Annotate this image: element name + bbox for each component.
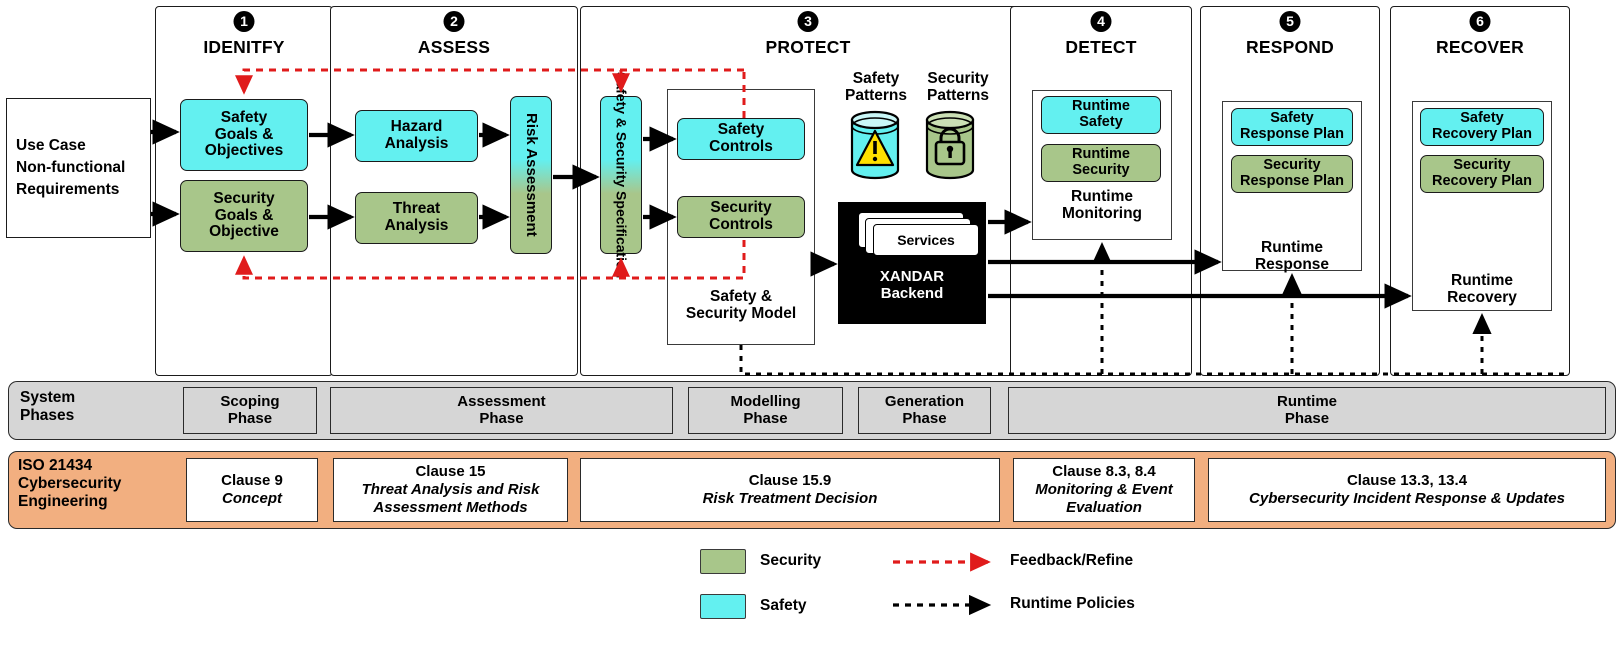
legend-label-safety: Safety	[760, 597, 807, 614]
column-number: 2	[443, 11, 465, 32]
services-stack: Services	[858, 212, 979, 256]
iso-band-label: ISO 21434 Cybersecurity Engineering	[18, 457, 122, 510]
specification-label: Safety & Security Specification	[613, 71, 630, 279]
security-patterns-caption: Security Patterns	[926, 70, 990, 105]
services-label: Services	[897, 232, 955, 248]
column-header-assess: 2 ASSESS	[330, 6, 578, 62]
risk-assessment-label: Risk Assessment	[523, 113, 541, 237]
column-title: IDENITFY	[203, 37, 285, 57]
column-number: 1	[233, 11, 255, 32]
xandar-backend-label: XANDAR Backend	[879, 268, 945, 302]
runtime-response-caption: Runtime Response	[1254, 239, 1330, 274]
diagram-canvas: 1 IDENITFY 2 ASSESS 3 PROTECT 4 DETECT 5…	[0, 0, 1624, 649]
security-response-plan-label: Security Response Plan	[1240, 157, 1344, 189]
security-response-plan-box: Security Response Plan	[1231, 155, 1353, 193]
column-number: 6	[1469, 11, 1491, 32]
security-goals-box: Security Goals & Objective	[180, 180, 308, 252]
iso-clause-15: Clause 15 Threat Analysis and Risk Asses…	[333, 458, 568, 522]
system-phases-label: System Phases	[20, 389, 76, 424]
security-goals-label: Security Goals & Objective	[209, 189, 279, 241]
safety-goals-box: Safety Goals & Objectives	[180, 99, 308, 171]
legend-label-feedback: Feedback/Refine	[1010, 552, 1134, 569]
column-header-respond: 5 RESPOND	[1200, 6, 1380, 62]
safety-response-plan-label: Safety Response Plan	[1240, 110, 1344, 142]
column-number: 4	[1090, 11, 1112, 32]
phase-modelling: Modelling Phase	[688, 387, 843, 434]
column-title: RECOVER	[1436, 37, 1524, 57]
safety-recovery-plan-box: Safety Recovery Plan	[1420, 108, 1544, 146]
hazard-analysis-label: Hazard Analysis	[384, 118, 449, 152]
threat-analysis-label: Threat Analysis	[384, 200, 449, 234]
runtime-safety-box: Runtime Safety	[1041, 96, 1161, 134]
safety-response-plan-box: Safety Response Plan	[1231, 108, 1353, 146]
legend-swatch-safety	[700, 594, 746, 619]
safety-security-model-caption: Safety & Security Model	[685, 288, 797, 323]
risk-assessment-box: Risk Assessment	[510, 96, 552, 254]
column-title: ASSESS	[417, 37, 491, 57]
security-recovery-plan-box: Security Recovery Plan	[1420, 155, 1544, 193]
iso-clause-13-3-13-4: Clause 13.3, 13.4 Cybersecurity Incident…	[1208, 458, 1606, 522]
use-case-text: Use Case Non-functional Requirements	[16, 137, 126, 198]
security-controls-box: Security Controls	[677, 196, 805, 238]
column-title: PROTECT	[765, 37, 851, 57]
iso-clause-15-9: Clause 15.9 Risk Treatment Decision	[580, 458, 1000, 522]
legend-label-security: Security	[760, 552, 822, 569]
column-title: DETECT	[1065, 37, 1137, 57]
column-number: 5	[1279, 11, 1301, 32]
phase-scoping: Scoping Phase	[183, 387, 317, 434]
column-header-recover: 6 RECOVER	[1390, 6, 1570, 62]
use-case-input-box: Use Case Non-functional Requirements	[6, 98, 151, 238]
phase-assessment: Assessment Phase	[330, 387, 673, 434]
phase-runtime: Runtime Phase	[1008, 387, 1606, 434]
runtime-security-label: Runtime Security	[1072, 146, 1130, 178]
legend-swatch-security	[700, 549, 746, 574]
column-number: 3	[797, 11, 819, 32]
iso-clause-8-3-8-4: Clause 8.3, 8.4 Monitoring & Event Evalu…	[1013, 458, 1195, 522]
iso-clause-9: Clause 9 Concept	[186, 458, 318, 522]
runtime-security-box: Runtime Security	[1041, 144, 1161, 182]
safety-controls-box: Safety Controls	[677, 118, 805, 160]
legend-label-runtime-policies: Runtime Policies	[1010, 595, 1135, 612]
hazard-analysis-box: Hazard Analysis	[355, 110, 478, 162]
service-card-front: Services	[873, 224, 979, 256]
security-recovery-plan-label: Security Recovery Plan	[1432, 157, 1532, 189]
safety-patterns-caption: Safety Patterns	[844, 70, 908, 105]
column-title: RESPOND	[1246, 37, 1334, 57]
safety-security-specification-box: Safety & Security Specification	[600, 72, 642, 278]
column-header-identify: 1 IDENITFY	[155, 6, 333, 62]
safety-goals-label: Safety Goals & Objectives	[204, 108, 284, 160]
threat-analysis-box: Threat Analysis	[355, 192, 478, 244]
safety-recovery-plan-label: Safety Recovery Plan	[1432, 110, 1532, 142]
runtime-recovery-caption: Runtime Recovery	[1447, 272, 1517, 307]
column-header-protect: 3 PROTECT	[580, 6, 1036, 62]
security-controls-label: Security Controls	[709, 199, 773, 233]
runtime-monitoring-caption: Runtime Monitoring	[1061, 188, 1143, 223]
column-header-detect: 4 DETECT	[1010, 6, 1192, 62]
phase-generation: Generation Phase	[858, 387, 991, 434]
runtime-safety-label: Runtime Safety	[1072, 98, 1130, 130]
safety-controls-label: Safety Controls	[709, 121, 773, 155]
